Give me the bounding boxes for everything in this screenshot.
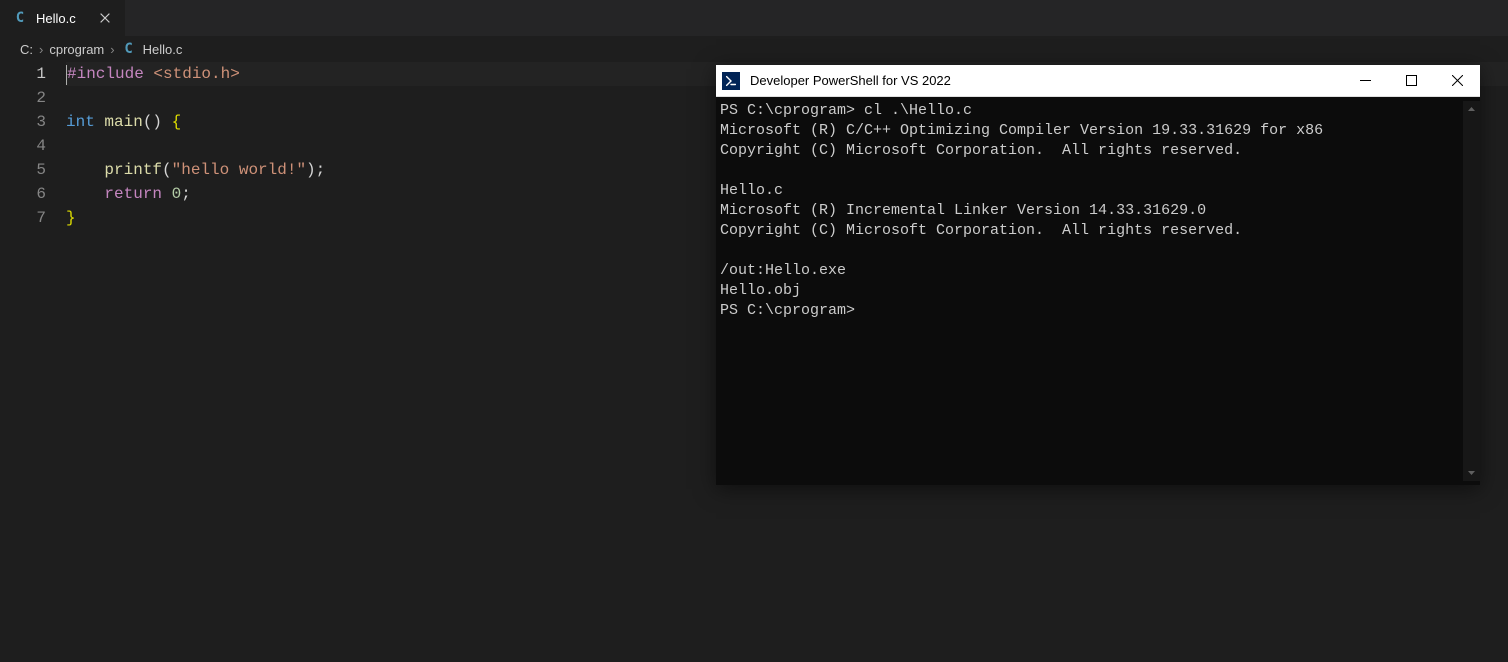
- breadcrumb-folder[interactable]: cprogram: [49, 42, 104, 57]
- line-number-gutter: 1234567: [0, 62, 66, 230]
- close-button[interactable]: [1434, 65, 1480, 97]
- scroll-down-icon[interactable]: [1463, 464, 1480, 481]
- maximize-button[interactable]: [1388, 65, 1434, 97]
- c-file-icon: C: [121, 41, 137, 57]
- breadcrumb-file[interactable]: C Hello.c: [121, 41, 183, 57]
- powershell-titlebar[interactable]: Developer PowerShell for VS 2022: [716, 65, 1480, 97]
- powershell-window: Developer PowerShell for VS 2022 PS C:\c…: [716, 65, 1480, 485]
- line-number: 4: [0, 134, 46, 158]
- chevron-right-icon: ›: [39, 42, 43, 57]
- tab-label: Hello.c: [36, 11, 76, 26]
- scroll-up-icon[interactable]: [1463, 101, 1480, 118]
- line-number: 2: [0, 86, 46, 110]
- line-number: 3: [0, 110, 46, 134]
- powershell-body[interactable]: PS C:\cprogram> cl .\Hello.c Microsoft (…: [716, 97, 1480, 485]
- c-file-icon: C: [12, 10, 28, 26]
- line-number: 6: [0, 182, 46, 206]
- window-controls: [1342, 65, 1480, 97]
- chevron-right-icon: ›: [110, 42, 114, 57]
- powershell-output: PS C:\cprogram> cl .\Hello.c Microsoft (…: [720, 101, 1463, 481]
- line-number: 1: [0, 62, 46, 86]
- line-number: 7: [0, 206, 46, 230]
- minimize-button[interactable]: [1342, 65, 1388, 97]
- breadcrumb-drive[interactable]: C:: [20, 42, 33, 57]
- close-icon[interactable]: [96, 9, 114, 27]
- tab-bar: C Hello.c: [0, 0, 1508, 36]
- powershell-title: Developer PowerShell for VS 2022: [750, 73, 1342, 88]
- breadcrumb-file-label: Hello.c: [143, 42, 183, 57]
- powershell-icon: [722, 72, 740, 90]
- breadcrumb: C: › cprogram › C Hello.c: [0, 36, 1508, 62]
- line-number: 5: [0, 158, 46, 182]
- scrollbar[interactable]: [1463, 101, 1480, 481]
- tab-hello-c[interactable]: C Hello.c: [0, 0, 125, 36]
